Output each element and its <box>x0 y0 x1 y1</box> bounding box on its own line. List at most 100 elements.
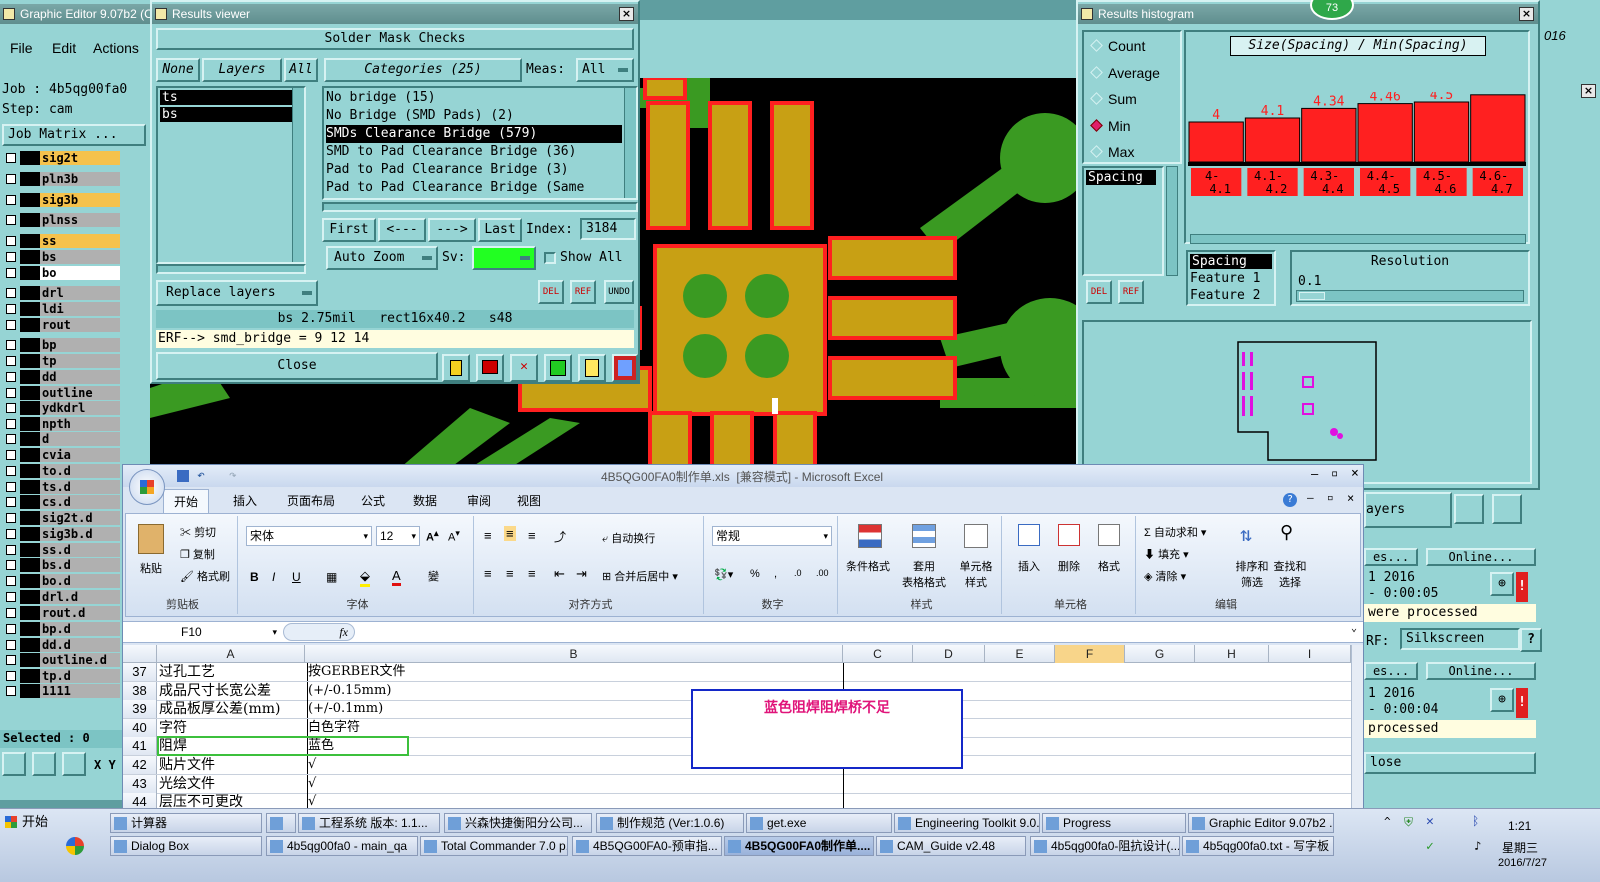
resolution-slider-thumb[interactable] <box>1299 292 1325 300</box>
decrease-decimal-icon[interactable]: .00 <box>816 568 829 578</box>
layer-checkbox[interactable] <box>6 356 16 366</box>
categories-button[interactable]: Categories (25) <box>324 58 522 82</box>
layer-row-plnss[interactable]: plnss <box>4 213 120 227</box>
es-button-1[interactable]: es... <box>1364 548 1418 566</box>
bold-icon[interactable]: B <box>250 570 259 584</box>
layer-row-sig3b-d[interactable]: sig3b.d <box>4 527 120 541</box>
right-tool-1[interactable] <box>1454 494 1484 524</box>
layer-row-pln3b[interactable]: pln3b <box>4 172 120 186</box>
increase-indent-icon[interactable]: ⇥ <box>576 566 587 582</box>
tool-refresh-icon[interactable] <box>544 354 572 382</box>
annotation-comment-box[interactable]: 蓝色阻焊阻焊桥不足 <box>691 689 963 769</box>
vertical-scrollbar[interactable] <box>1351 645 1363 809</box>
tray-icon-x[interactable]: ✕ <box>1426 814 1434 829</box>
menu-file[interactable]: File <box>10 40 33 56</box>
expand-formula-icon[interactable]: ⌄ <box>1351 623 1357 634</box>
layer-row-npth[interactable]: npth <box>4 417 120 431</box>
tray-icon-bluetooth[interactable]: ᛒ <box>1472 814 1479 828</box>
layer-checkbox[interactable] <box>6 466 16 476</box>
column-header-f[interactable]: F <box>1055 645 1125 663</box>
row-number[interactable]: 39 <box>123 700 157 719</box>
prev-button[interactable]: <--- <box>378 218 426 242</box>
format-painter-button[interactable]: 🖌 格式刷 <box>180 568 230 584</box>
tool-measure-icon[interactable] <box>2 752 26 776</box>
tray-expand-icon[interactable]: ^ <box>1384 815 1391 828</box>
histogram-bar[interactable] <box>1413 101 1470 163</box>
task-button[interactable]: 4b5qg00fa0 - main_qa <box>266 836 418 856</box>
delete-cells-button[interactable]: 删除 <box>1050 522 1090 592</box>
layer-row-bo[interactable]: bo <box>4 266 120 280</box>
meas-select[interactable]: All <box>576 58 634 82</box>
layer-scrollbar[interactable] <box>292 88 304 262</box>
axis-field-feature1[interactable]: Feature 1 <box>1190 271 1260 286</box>
layer-checkbox[interactable] <box>6 497 16 507</box>
category-item[interactable]: SMDs Clearance Bridge (579) <box>326 125 622 143</box>
category-item[interactable]: Pad to Pad Clearance Bridge (3) <box>326 161 622 179</box>
row-number[interactable]: 37 <box>123 663 157 681</box>
layer-checkbox[interactable] <box>6 419 16 429</box>
layer-row-dd[interactable]: dd <box>4 370 120 384</box>
layer-row-ss-d[interactable]: ss.d <box>4 543 120 557</box>
ref-button[interactable]: REF <box>570 280 596 304</box>
layer-row-cs-d[interactable]: cs.d <box>4 495 120 509</box>
next-button[interactable]: ---> <box>428 218 476 242</box>
layer-checkbox[interactable] <box>6 686 16 696</box>
auto-zoom-select[interactable]: Auto Zoom <box>326 246 438 270</box>
histogram-hscroll[interactable] <box>1190 234 1526 244</box>
layer-row-sig2t-d[interactable]: sig2t.d <box>4 511 120 525</box>
task-button[interactable]: Progress <box>1042 813 1186 833</box>
formula-input[interactable] <box>359 623 1349 641</box>
conditional-format-button[interactable]: 条件格式 <box>844 522 896 592</box>
tool-report-icon[interactable] <box>578 354 606 382</box>
find-select-button[interactable]: ⚲ 查找和 选择 <box>1270 522 1310 592</box>
layer-checkbox[interactable] <box>6 252 16 262</box>
percent-icon[interactable]: % <box>750 568 760 580</box>
histogram-close-icon[interactable]: × <box>1519 7 1534 21</box>
axis-field-feature2[interactable]: Feature 2 <box>1190 288 1260 303</box>
layer-item-ts[interactable]: ts <box>160 90 298 105</box>
histogram-bar[interactable] <box>1244 117 1301 163</box>
task-button[interactable]: 4b5qg00fa0-阻抗设计(... <box>1030 836 1180 856</box>
layer-checkbox[interactable] <box>6 236 16 246</box>
hist-ref-button[interactable]: REF <box>1118 280 1144 304</box>
layer-row-bs[interactable]: bs <box>4 250 120 264</box>
office-button[interactable] <box>129 469 165 505</box>
layer-checkbox[interactable] <box>6 513 16 523</box>
format-cells-button[interactable]: 格式 <box>1090 522 1130 592</box>
histogram-bar[interactable] <box>1301 107 1357 163</box>
last-button[interactable]: Last <box>478 218 522 242</box>
task-button[interactable]: 制作规范 (Ver:1.0.6) <box>596 813 744 833</box>
layer-checkbox[interactable] <box>6 624 16 634</box>
sort-filter-button[interactable]: ⇅ 排序和 筛选 <box>1232 522 1272 592</box>
cell-a[interactable]: 成品尺寸长宽公差 <box>159 682 303 700</box>
close-button[interactable]: Close <box>156 352 438 380</box>
layer-checkbox[interactable] <box>6 560 16 570</box>
layer-checkbox[interactable] <box>6 403 16 413</box>
online-button-2[interactable]: Online... <box>1426 662 1536 680</box>
paste-button[interactable]: 粘贴 <box>134 522 170 586</box>
show-all-checkbox[interactable] <box>544 252 556 264</box>
layer-row-to-d[interactable]: to.d <box>4 464 120 478</box>
row-number[interactable]: 43 <box>123 774 157 793</box>
restore-icon[interactable]: ▫ <box>1331 466 1338 480</box>
layer-hscroll[interactable] <box>156 264 306 274</box>
layer-checkbox[interactable] <box>6 529 16 539</box>
layers-button[interactable]: Layers <box>202 58 282 82</box>
resolution-slider[interactable] <box>1296 290 1524 302</box>
layer-checkbox[interactable] <box>6 372 16 382</box>
fill-button[interactable]: ⬇ 填充 ▾ <box>1144 546 1189 562</box>
number-format-select[interactable]: 常规 ▾ <box>712 526 832 546</box>
task-button[interactable]: 计算器 <box>110 813 262 833</box>
layer-checkbox[interactable] <box>6 195 16 205</box>
currency-icon[interactable]: 💱▾ <box>714 568 733 581</box>
layer-checkbox[interactable] <box>6 320 16 330</box>
wrap-text-button[interactable]: ⤶ 自动换行 <box>602 530 655 546</box>
orientation-icon[interactable]: ⤴ <box>554 528 566 545</box>
layer-checkbox[interactable] <box>6 450 16 460</box>
online-button-1[interactable]: Online... <box>1426 548 1536 566</box>
fx-button[interactable]: fx <box>283 623 355 641</box>
increase-decimal-icon[interactable]: .0 <box>794 568 802 578</box>
silkscreen-field[interactable]: Silkscreen <box>1400 628 1520 650</box>
layer-checkbox[interactable] <box>6 153 16 163</box>
menu-actions[interactable]: Actions <box>93 40 139 56</box>
